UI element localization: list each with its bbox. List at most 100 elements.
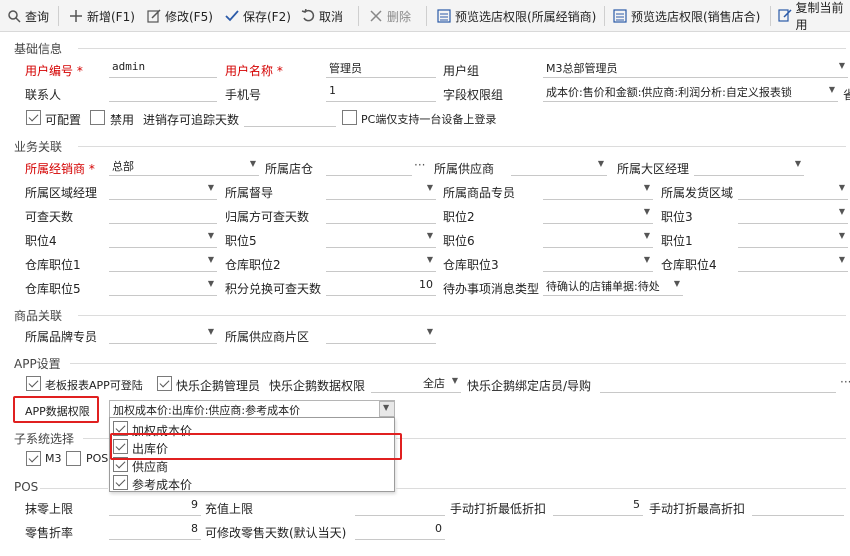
area-mgr-select[interactable]: ▼ (109, 181, 217, 200)
chevron-down-icon: ▼ (207, 255, 214, 264)
supplier-area-select[interactable]: ▼ (326, 325, 436, 344)
pos-checkbox[interactable] (66, 451, 81, 466)
wh-pos1-select[interactable]: ▼ (109, 253, 217, 272)
dealer-value: 总部 (112, 160, 134, 173)
store-field[interactable] (326, 157, 412, 176)
wecom-data-perm-value: 全店 (423, 377, 445, 390)
pos6-label: 职位6 (443, 234, 475, 248)
preview-sales-button[interactable]: 预览选店权限(销售店合) (612, 5, 760, 27)
cancel-button[interactable]: 取消 (300, 5, 343, 27)
pos5-select[interactable]: ▼ (326, 229, 436, 248)
field-perm-select[interactable]: 成本价:售价和金额:供应商:利润分析:自定义报表锁 ▼ (543, 83, 838, 102)
group-value: M3总部管理员 (546, 62, 618, 75)
m3-checkbox[interactable] (26, 451, 41, 466)
wipe-limit-field[interactable]: 9 (109, 497, 201, 516)
chevron-down-icon: ▼ (794, 159, 801, 168)
section-divider (78, 48, 846, 49)
pos4-select[interactable]: ▼ (109, 229, 217, 248)
dropdown-option[interactable]: 参考成本价 (110, 474, 394, 492)
dealer-select[interactable]: 总部 ▼ (109, 157, 259, 176)
option-label: 供应商 (132, 460, 169, 474)
section-pos-title: POS (14, 480, 39, 494)
recharge-limit-field[interactable] (355, 497, 445, 516)
wecom-admin-checkbox[interactable] (157, 376, 172, 391)
todo-type-select[interactable]: 待确认的店铺单据:待处 ▼ (543, 277, 683, 296)
pos3-select[interactable]: ▼ (738, 205, 848, 224)
wh-pos5-label: 仓库职位5 (25, 282, 81, 296)
save-label: 保存(F2) (243, 9, 291, 24)
section-goods-title: 商品关联 (14, 309, 63, 323)
pc-single-checkbox[interactable] (342, 110, 357, 125)
brand-specialist-select[interactable]: ▼ (109, 325, 217, 344)
delete-button[interactable]: 删除 (368, 5, 411, 27)
edit-button[interactable]: 修改(F5) (146, 5, 213, 27)
save-button[interactable]: 保存(F2) (224, 5, 291, 27)
manual-max-field[interactable] (752, 497, 844, 516)
close-icon (368, 8, 384, 24)
query-button[interactable]: 查询 (6, 5, 49, 27)
pos2-select[interactable]: ▼ (543, 205, 653, 224)
supervisor-select[interactable]: ▼ (326, 181, 436, 200)
chevron-down-icon: ▼ (597, 159, 604, 168)
phone-field[interactable]: 1 (326, 83, 436, 102)
new-button[interactable]: 新增(F1) (68, 5, 135, 27)
chevron-down-icon: ▼ (838, 231, 845, 240)
chevron-down-icon: ▼ (426, 255, 433, 264)
points-days-field[interactable]: 10 (326, 277, 436, 296)
section-divider (78, 315, 846, 316)
editable-days-field[interactable]: 0 (355, 521, 445, 540)
user-no-field[interactable]: admin (109, 59, 217, 78)
wh-pos4-select[interactable]: ▼ (738, 253, 848, 272)
chevron-down-icon: ▼ (207, 279, 214, 288)
return-days-field[interactable] (326, 205, 436, 224)
dealer-label: 所属经销商 * (25, 162, 95, 176)
wecom-bind-label: 快乐企鹅绑定店员/导购 (467, 379, 592, 393)
edit-label: 修改(F5) (165, 9, 213, 24)
highlight-box-option (110, 433, 402, 460)
contact-label: 联系人 (25, 88, 62, 102)
ellipsis-icon[interactable]: ··· (414, 158, 425, 172)
wecom-data-perm-select[interactable]: 全店 ▼ (371, 374, 461, 393)
user-name-field[interactable]: 管理员 (326, 59, 436, 78)
contact-field[interactable] (109, 83, 217, 102)
preview-sales-label: 预览选店权限(销售店合) (631, 9, 761, 24)
goods-specialist-select[interactable]: ▼ (543, 181, 653, 200)
option-checkbox[interactable] (113, 475, 128, 490)
configurable-checkbox[interactable] (26, 110, 41, 125)
chevron-down-icon: ▼ (838, 61, 845, 70)
retail-discount-field[interactable]: 8 (109, 521, 201, 540)
region-mgr-label: 所属大区经理 (617, 162, 690, 176)
disabled-label: 禁用 (110, 113, 135, 127)
section-divider (83, 438, 109, 439)
undo-icon (300, 8, 316, 24)
app-data-perm-select[interactable]: 加权成本价:出库价:供应商:参考成本价 (109, 400, 395, 418)
boss-report-checkbox[interactable] (26, 376, 41, 391)
wh-pos2-select[interactable]: ▼ (326, 253, 436, 272)
pos1-label: 职位1 (661, 234, 693, 248)
ship-area-select[interactable]: ▼ (738, 181, 848, 200)
wecom-admin-label: 快乐企鹅管理员 (176, 379, 261, 393)
region-mgr-select[interactable]: ▼ (694, 157, 804, 176)
user-no-label: 用户编号 * (25, 64, 83, 78)
stock-days-field[interactable] (244, 108, 336, 127)
wh-pos3-select[interactable]: ▼ (543, 253, 653, 272)
ellipsis-icon[interactable]: ··· (840, 375, 850, 389)
query-days-field[interactable] (109, 205, 217, 224)
supplier-select[interactable]: ▼ (511, 157, 607, 176)
wecom-bind-field[interactable] (600, 374, 836, 393)
copy-button[interactable]: 复制当前用 (778, 1, 850, 32)
boss-report-label: 老板报表APP可登陆 (45, 379, 143, 392)
chevron-down-icon[interactable] (379, 401, 395, 417)
chevron-down-icon: ▼ (249, 159, 256, 168)
wh-pos5-select[interactable]: ▼ (109, 277, 217, 296)
area-mgr-label: 所属区域经理 (25, 186, 98, 200)
disabled-checkbox[interactable] (90, 110, 105, 125)
preview-dealer-button[interactable]: 预览选店权限(所属经销商) (436, 5, 596, 27)
section-business-title: 业务关联 (14, 140, 63, 154)
pos1-select[interactable]: ▼ (738, 229, 848, 248)
manual-min-field[interactable]: 5 (553, 497, 643, 516)
section-basic-title: 基础信息 (14, 42, 63, 56)
group-select[interactable]: M3总部管理员 ▼ (543, 59, 848, 78)
pos6-select[interactable]: ▼ (543, 229, 653, 248)
list-icon (436, 8, 452, 24)
